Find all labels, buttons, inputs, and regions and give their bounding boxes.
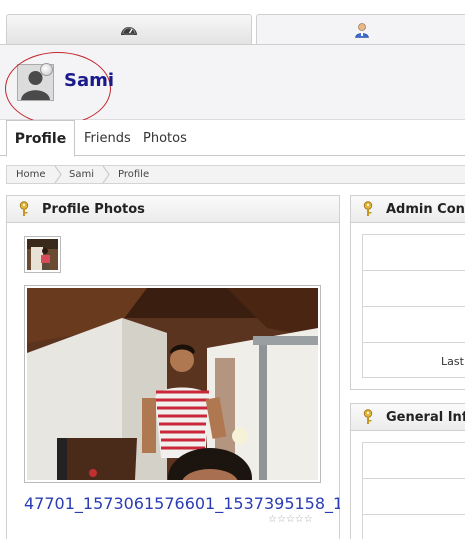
breadcrumb-user[interactable]: Sami bbox=[69, 166, 94, 183]
table-row bbox=[362, 270, 465, 306]
dashboard-icon bbox=[121, 27, 137, 35]
breadcrumb-current: Profile bbox=[118, 169, 150, 180]
key-icon bbox=[363, 409, 373, 424]
table-row bbox=[362, 514, 465, 539]
table-row bbox=[362, 306, 465, 342]
profile-photos-header: Profile Photos bbox=[7, 196, 339, 223]
tab-profile[interactable]: Profile bbox=[6, 120, 75, 157]
general-info-title: General Inf bbox=[386, 409, 465, 425]
breadcrumb: Home Sami Profile bbox=[6, 165, 465, 184]
tab-photos[interactable]: Photos bbox=[143, 120, 187, 156]
admin-control-title: Admin Cont bbox=[386, 201, 465, 217]
tab-user[interactable] bbox=[256, 14, 465, 45]
profile-photo-image[interactable] bbox=[24, 285, 321, 483]
admin-control-table: Last bbox=[362, 234, 465, 378]
breadcrumb-separator-icon bbox=[54, 166, 62, 183]
table-row bbox=[362, 478, 465, 514]
breadcrumb-separator-icon bbox=[102, 166, 110, 183]
profile-photo-thumbnail[interactable] bbox=[24, 236, 61, 273]
table-row bbox=[362, 234, 465, 270]
profile-sub-tabs: Profile Friends Photos bbox=[0, 120, 465, 157]
admin-control-header: Admin Cont bbox=[351, 196, 465, 223]
key-icon bbox=[19, 201, 29, 216]
profile-photos-title: Profile Photos bbox=[42, 201, 145, 217]
profile-user-name[interactable]: Sami bbox=[64, 70, 114, 91]
general-info-header: General Inf bbox=[351, 404, 465, 431]
table-row bbox=[362, 442, 465, 478]
breadcrumb-home[interactable]: Home bbox=[16, 166, 46, 183]
photo-title-link[interactable]: 47701_1573061576601_1537395158_1 bbox=[24, 494, 340, 513]
user-icon bbox=[355, 23, 369, 38]
rating-stars[interactable]: ☆☆☆☆☆ bbox=[268, 514, 313, 525]
key-icon bbox=[363, 201, 373, 216]
tab-dashboard[interactable] bbox=[6, 14, 252, 45]
table-row: Last bbox=[362, 342, 465, 378]
admin-row-label: Last bbox=[441, 355, 464, 368]
tab-friends[interactable]: Friends bbox=[84, 120, 131, 156]
top-tab-bar bbox=[0, 0, 465, 45]
photo-content bbox=[27, 288, 318, 482]
general-info-table bbox=[362, 442, 465, 539]
